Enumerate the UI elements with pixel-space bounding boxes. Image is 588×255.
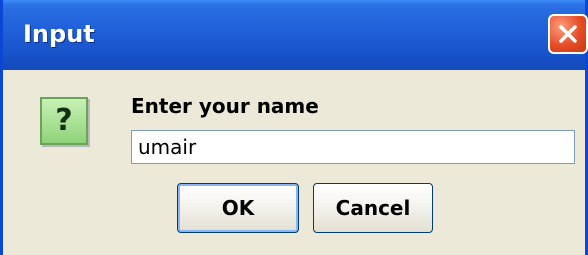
input-dialog-window: Input ? Enter your name OK Cancel <box>0 0 588 255</box>
dialog-content: ? Enter your name OK Cancel <box>3 70 585 255</box>
close-icon <box>559 25 577 43</box>
cancel-button[interactable]: Cancel <box>313 183 433 233</box>
prompt-label: Enter your name <box>131 94 319 118</box>
close-button[interactable] <box>548 14 588 54</box>
title-bar[interactable]: Input <box>3 0 588 70</box>
window-title: Input <box>23 20 95 48</box>
question-mark-glyph: ? <box>55 103 73 138</box>
name-input[interactable] <box>131 130 575 164</box>
question-icon: ? <box>40 97 88 145</box>
ok-button[interactable]: OK <box>177 183 299 233</box>
